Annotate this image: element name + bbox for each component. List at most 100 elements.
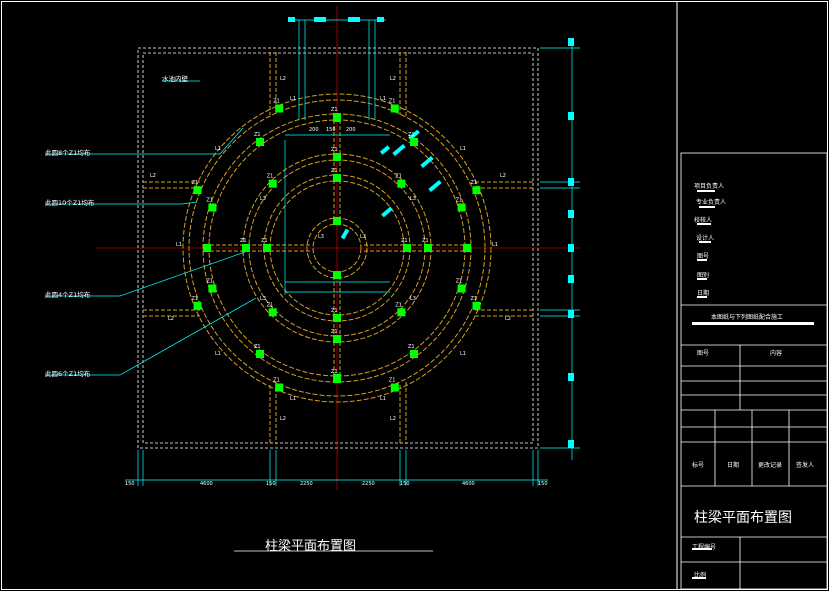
revision-header-record: 更改记录 (758, 462, 783, 469)
table-header-drawing-no: 图号 (697, 350, 710, 357)
column-label: Z1 (331, 147, 338, 153)
role-designer: 设计人 (696, 235, 715, 242)
column-label: Z1 (389, 378, 396, 384)
dim-small-200-left: 200 (309, 127, 319, 133)
table-header-content: 内容 (770, 350, 783, 357)
beam-label: L1 (290, 96, 296, 102)
beam-label: L2 (390, 76, 396, 82)
beam-label: L3 (410, 196, 416, 202)
beam-label: L3 (260, 196, 266, 202)
column-label: Z1 (273, 99, 280, 105)
pool-label: 水池内壁 (162, 75, 188, 83)
column-z1-axis (333, 271, 341, 279)
column-z1 (457, 203, 466, 212)
drawing-title: 柱梁平面布置图 (265, 539, 357, 554)
dim-2250-left: 2250 (300, 481, 313, 487)
column-label: Z1 (471, 180, 478, 186)
section-marks (340, 129, 442, 240)
beam-label: L3 (260, 296, 266, 302)
revision-header-signer: 签发人 (796, 462, 815, 469)
column-z1-axis (333, 114, 341, 122)
column-z1 (275, 383, 284, 392)
column-label: Z1 (331, 308, 338, 314)
column-label: Z1 (408, 132, 415, 138)
column-label: Z1 (408, 344, 415, 350)
beam-label: L2 (500, 173, 506, 179)
title-block-drawing-title: 柱梁平面布置图 (694, 510, 792, 526)
column-z1-axis (333, 153, 341, 161)
column-label: Z1 (456, 279, 463, 285)
column-label: Z1 (240, 238, 247, 244)
beam-label: L1 (215, 146, 221, 152)
beam-label: L1 (290, 396, 296, 402)
column-z1 (268, 179, 277, 188)
dim-small-200-right: 200 (346, 127, 356, 133)
beam-label: L3 (360, 234, 366, 240)
stamp-note: 本图纸与下列图纸配合施工 (711, 314, 784, 321)
column-label: Z1 (192, 296, 199, 302)
dim-4600-right: 4600 (462, 481, 475, 487)
beam-label: L1 (460, 146, 466, 152)
column-label: Z1 (331, 168, 338, 174)
column-z1 (256, 138, 264, 146)
column-z1 (403, 244, 411, 252)
column-z1 (193, 301, 202, 310)
column-z1 (193, 186, 202, 195)
column-label: Z1 (254, 344, 261, 350)
revision-header-date: 日期 (727, 462, 740, 469)
column-z1 (256, 350, 264, 358)
column-label: Z1 (192, 180, 199, 186)
beam-label: L2 (168, 316, 174, 322)
column-label: Z1 (254, 132, 261, 138)
column-z1 (472, 186, 481, 195)
column-z1 (397, 179, 406, 188)
column-z1 (333, 314, 341, 322)
beam-label: L2 (150, 173, 156, 179)
column-label: Z1 (261, 238, 268, 244)
column-z1-axis (333, 217, 341, 225)
beam-label: L1 (380, 96, 386, 102)
beam-label: L1 (215, 351, 221, 357)
column-z1-axis (424, 244, 432, 252)
column-z1-axis (463, 244, 471, 252)
dim-2250-right: 2250 (362, 481, 375, 487)
role-discipline-lead: 专业负责人 (696, 199, 727, 206)
beam-label: L2 (280, 416, 286, 422)
dimension-lines (125, 19, 580, 486)
column-z1-axis (333, 335, 341, 343)
column-label: Z1 (331, 107, 338, 113)
column-z1 (397, 308, 406, 317)
note-10-columns: 此圆10个Z1均布 (45, 199, 95, 207)
column-label: Z1 (206, 198, 213, 204)
dim-4600-left: 4600 (200, 481, 213, 487)
dim-small-150: 150 (326, 127, 336, 133)
note-6-columns: 此圆6个Z1均布 (45, 370, 91, 378)
column-z1-axis (203, 244, 211, 252)
note-8-columns: 此圆8个Z1均布 (45, 149, 91, 157)
column-z1 (275, 104, 284, 113)
column-label: Z1 (422, 238, 429, 244)
dim-150-mid-left: 150 (266, 481, 276, 487)
column-z1 (390, 383, 399, 392)
column-label: Z1 (471, 296, 478, 302)
note-4-columns: 此圆4个Z1均布 (45, 291, 91, 299)
beam-label: L3 (410, 296, 416, 302)
beam-label: L3 (318, 234, 324, 240)
column-label: Z1 (331, 369, 338, 375)
scale-label: 比例 (694, 572, 707, 579)
role-drawing-no: 图号 (697, 253, 710, 260)
column-z1 (390, 104, 399, 113)
column-z1 (268, 308, 277, 317)
dim-150-right: 150 (538, 481, 548, 487)
column-z1 (457, 284, 466, 293)
beam-label: L1 (460, 351, 466, 357)
note-leaders (45, 80, 433, 552)
revision-header-mark: 标号 (692, 462, 705, 469)
column-label: Z1 (206, 279, 213, 285)
column-label: Z1 (395, 302, 402, 308)
beam-label: L2 (505, 316, 511, 322)
column-z1 (208, 203, 217, 212)
column-label: Z1 (389, 99, 396, 105)
dimension-ticks (288, 17, 574, 448)
role-drawing-type: 图别 (697, 272, 710, 279)
